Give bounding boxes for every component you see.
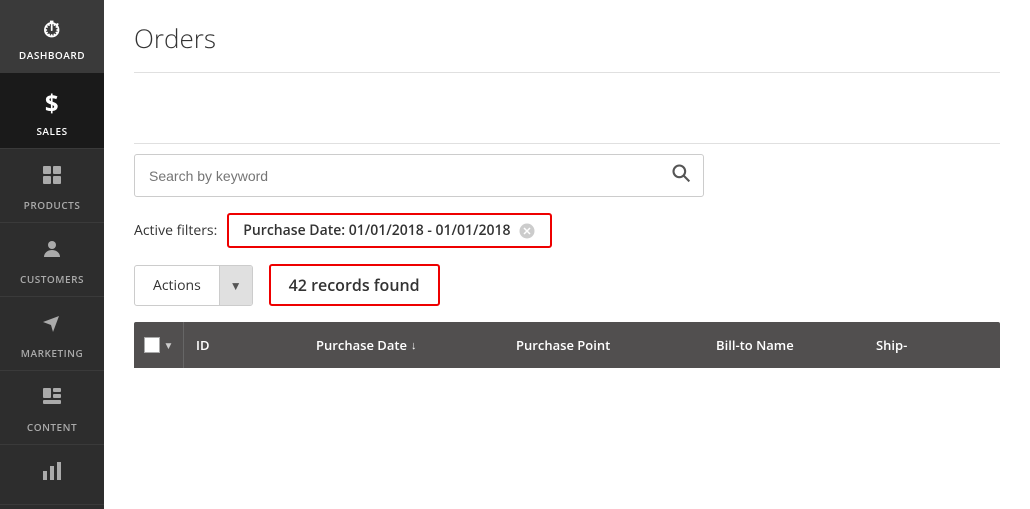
th-purchase-date-label: Purchase Date — [316, 336, 407, 354]
sidebar-item-customers[interactable]: CUSTOMERS — [0, 223, 104, 297]
search-bar — [134, 154, 704, 197]
sidebar-item-label-dashboard: DASHBOARD — [19, 48, 85, 62]
page-title: Orders — [134, 20, 1000, 56]
sidebar-item-dashboard[interactable]: ⏱ DASHBOARD — [0, 0, 104, 73]
sidebar-item-marketing[interactable]: MARKETING — [0, 297, 104, 371]
actions-dropdown: Actions ▼ — [134, 265, 253, 306]
sidebar-item-reports[interactable] — [0, 445, 104, 505]
content-icon — [40, 385, 64, 416]
sidebar-item-sales[interactable]: $ SALES — [0, 73, 104, 149]
th-purchase-point[interactable]: Purchase Point — [504, 322, 704, 368]
filter-tag-text: Purchase Date: 01/01/2018 - 01/01/2018 — [243, 221, 510, 240]
th-bill-to-name[interactable]: Bill-to Name — [704, 322, 864, 368]
filter-remove-button[interactable] — [518, 222, 536, 240]
sidebar-item-products[interactable]: PRODUCTS — [0, 149, 104, 223]
sidebar-item-label-customers: CUSTOMERS — [20, 272, 84, 286]
th-ship-label: Ship- — [876, 336, 907, 354]
sales-icon: $ — [45, 87, 59, 120]
main-content: Orders Active filters: Purchase Date: 01… — [104, 0, 1030, 509]
customers-icon — [40, 237, 64, 268]
sidebar-item-label-marketing: MARKETING — [21, 346, 83, 360]
select-all-checkbox[interactable] — [144, 337, 160, 353]
th-ship[interactable]: Ship- — [864, 322, 1000, 368]
th-id[interactable]: ID — [184, 322, 304, 368]
records-found-box: 42 records found — [269, 264, 440, 306]
actions-row: Actions ▼ 42 records found — [134, 264, 1000, 306]
active-filters-row: Active filters: Purchase Date: 01/01/201… — [134, 213, 1000, 248]
sidebar-item-label-content: CONTENT — [27, 420, 77, 434]
th-billto-label: Bill-to Name — [716, 336, 794, 354]
checkbox-dropdown-arrow[interactable]: ▼ — [164, 338, 174, 352]
th-checkbox[interactable]: ▼ — [134, 322, 184, 368]
search-button[interactable] — [659, 155, 703, 196]
table-header: ▼ ID Purchase Date ↓ Purchase Point Bill… — [134, 322, 1000, 368]
products-icon — [40, 163, 64, 194]
sidebar-item-label-sales: SALES — [36, 124, 67, 138]
divider-mid — [134, 143, 1000, 144]
th-id-label: ID — [196, 336, 210, 354]
th-purchase-date[interactable]: Purchase Date ↓ — [304, 322, 504, 368]
reports-icon — [40, 459, 64, 490]
dashboard-icon: ⏱ — [43, 14, 61, 44]
sidebar: ⏱ DASHBOARD $ SALES PRODUCTS CUSTOMERS M… — [0, 0, 104, 509]
divider-top — [134, 72, 1000, 73]
sidebar-item-content[interactable]: CONTENT — [0, 371, 104, 445]
marketing-icon — [40, 311, 64, 342]
actions-arrow[interactable]: ▼ — [219, 266, 252, 305]
active-filters-label: Active filters: — [134, 221, 217, 240]
records-found-text: 42 records found — [289, 274, 420, 296]
sort-desc-icon: ↓ — [411, 338, 417, 353]
sidebar-item-label-products: PRODUCTS — [24, 198, 81, 212]
actions-label[interactable]: Actions — [135, 266, 219, 305]
th-purchase-point-label: Purchase Point — [516, 336, 610, 354]
search-input[interactable] — [135, 158, 659, 194]
filter-tag-box: Purchase Date: 01/01/2018 - 01/01/2018 — [227, 213, 552, 248]
